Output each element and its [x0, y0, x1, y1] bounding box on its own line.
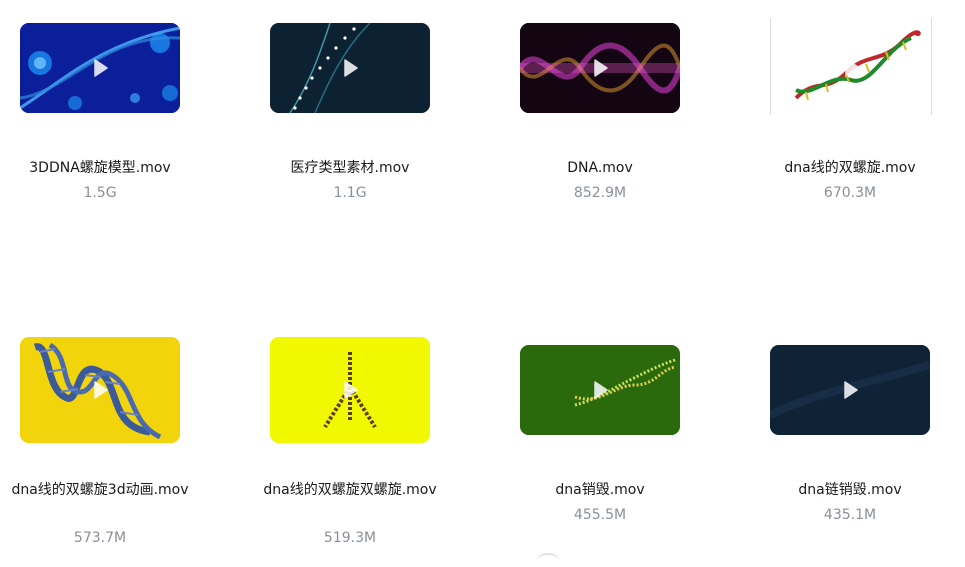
- file-name[interactable]: DNA.mov: [485, 158, 715, 179]
- video-thumbnail[interactable]: [20, 23, 180, 113]
- file-name[interactable]: dna线的双螺旋.mov: [735, 158, 965, 179]
- video-thumbnail[interactable]: [520, 23, 680, 113]
- video-thumbnail[interactable]: [270, 337, 430, 443]
- file-name[interactable]: dna销毁.mov: [485, 480, 715, 501]
- file-name[interactable]: dna线的双螺旋3d动画.mov: [0, 480, 215, 501]
- video-thumbnail[interactable]: [520, 345, 680, 435]
- loading-indicator: [537, 553, 559, 567]
- file-size: 573.7M: [73, 530, 127, 546]
- play-icon[interactable]: [844, 381, 858, 399]
- video-thumbnail[interactable]: [770, 345, 930, 435]
- file-size: 670.3M: [823, 185, 877, 201]
- video-thumbnail[interactable]: [20, 337, 180, 443]
- file-name[interactable]: 3DDNA螺旋模型.mov: [0, 158, 215, 179]
- play-icon[interactable]: [845, 57, 859, 76]
- play-icon[interactable]: [94, 59, 108, 77]
- file-name[interactable]: dna链销毁.mov: [735, 480, 965, 501]
- play-icon[interactable]: [344, 59, 358, 77]
- file-size: 519.3M: [323, 530, 377, 546]
- file-size: 1.5G: [83, 185, 117, 201]
- file-size: 852.9M: [573, 185, 627, 201]
- video-thumbnail[interactable]: [270, 23, 430, 113]
- play-icon[interactable]: [344, 381, 358, 399]
- play-icon[interactable]: [94, 381, 108, 399]
- video-thumbnail[interactable]: [770, 18, 932, 115]
- play-icon[interactable]: [594, 381, 608, 399]
- file-size: 1.1G: [333, 185, 367, 201]
- file-size: 435.1M: [823, 507, 877, 523]
- file-name[interactable]: 医疗类型素材.mov: [235, 158, 465, 179]
- play-icon[interactable]: [594, 59, 608, 77]
- file-name[interactable]: dna线的双螺旋双螺旋.mov: [235, 480, 465, 501]
- file-size: 455.5M: [573, 507, 627, 523]
